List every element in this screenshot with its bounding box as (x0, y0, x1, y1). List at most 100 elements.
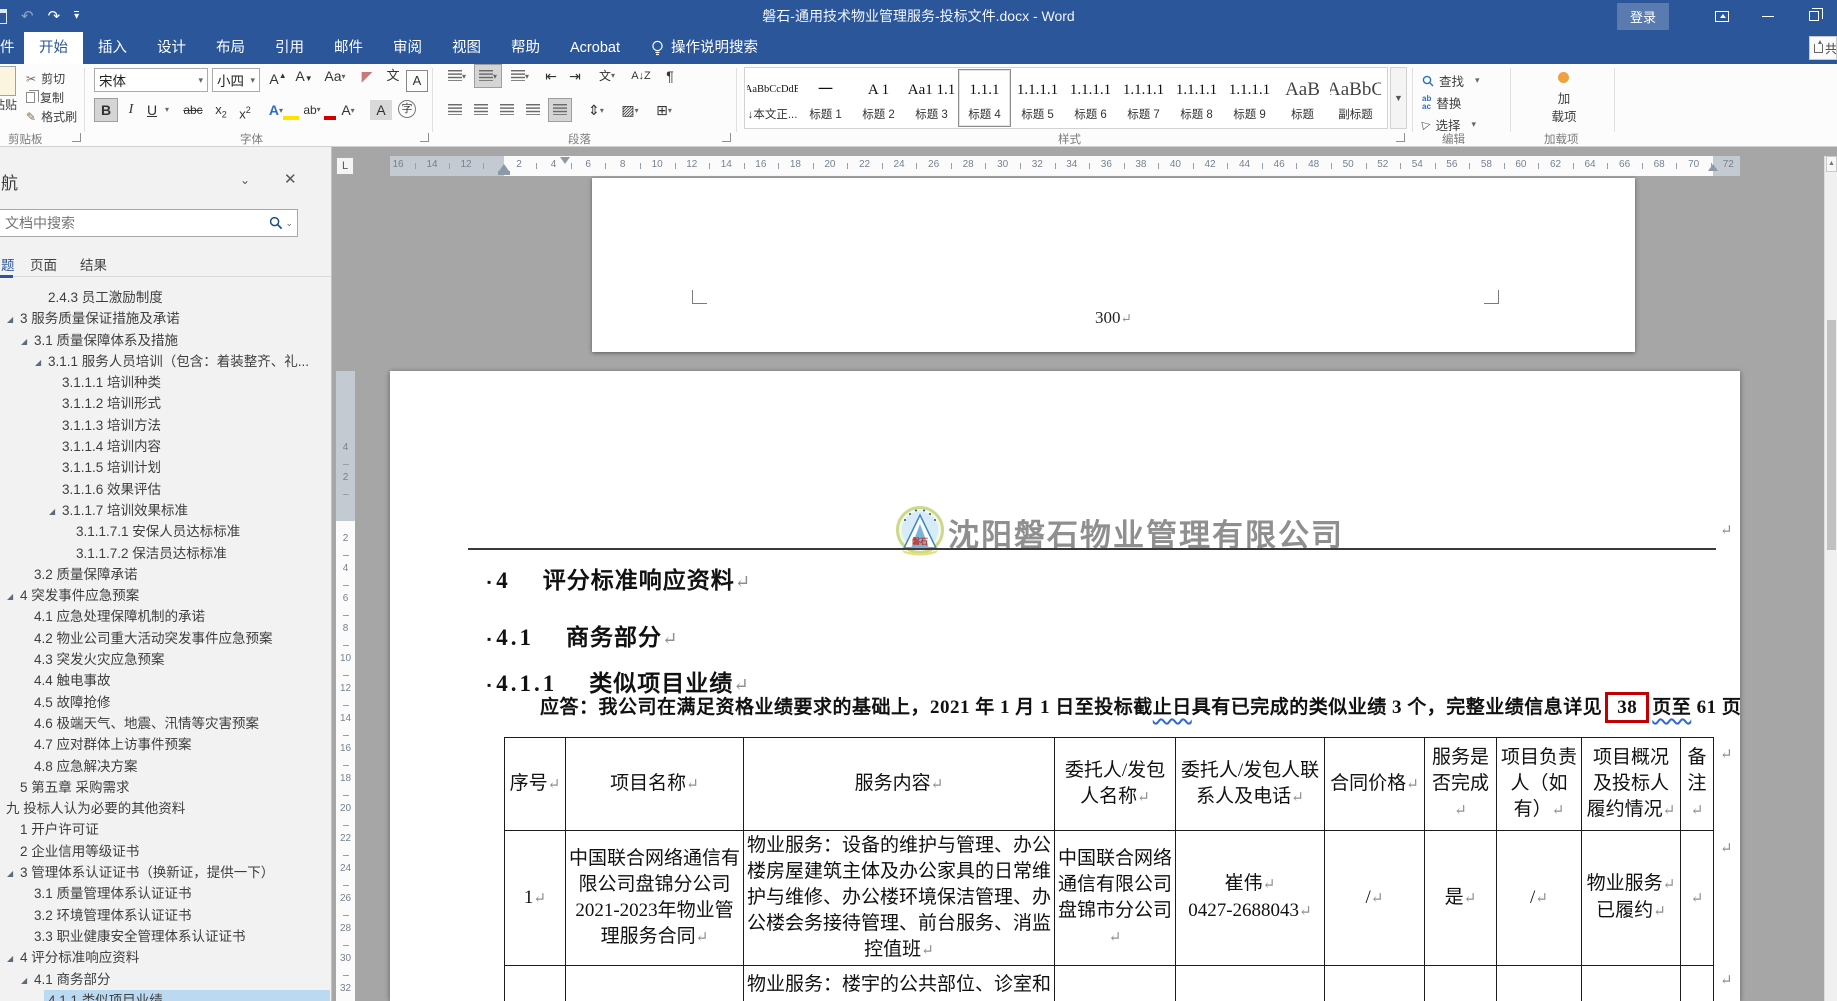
nav-item[interactable]: 4.7 应对群体上访事件预案 (0, 734, 330, 755)
table-cell[interactable]: 崔伟↵ 0427-2688043↵ (1175, 830, 1325, 966)
find-button[interactable]: 查找 ▾ (1422, 71, 1480, 90)
undo-icon[interactable]: ↶ (21, 7, 34, 25)
nav-item[interactable]: 3.3 职业健康安全管理体系认证证书 (0, 926, 330, 947)
nav-item[interactable]: 4.2 物业公司重大活动突发事件应急预案 (0, 628, 330, 649)
table-cell[interactable]: 是↵ (1424, 830, 1497, 966)
tab-selector-button[interactable]: L (336, 157, 354, 175)
nav-item[interactable]: 九 投标人认为必要的其他资料 (0, 798, 330, 819)
nav-item[interactable]: 2.4.3 员工激励制度 (0, 287, 330, 308)
right-indent-marker[interactable] (1708, 164, 1718, 171)
table-cell[interactable]: 中国联合网络通信有限公司盘锦市分公司↵ (1054, 830, 1176, 966)
increase-indent-button[interactable]: ⇥ (564, 64, 586, 88)
add-ins-button[interactable]: 加 (1540, 88, 1588, 107)
nav-item[interactable]: 3.1.1.2 培训形式 (0, 393, 330, 414)
table-cell[interactable] (1581, 965, 1681, 1001)
nav-item[interactable]: ◢ 3.1.1.7 培训效果标准 (0, 500, 330, 521)
ribbon-tab[interactable]: 布局 (201, 32, 260, 64)
nav-item[interactable]: 3.2 质量保障承诺 (0, 564, 330, 585)
table-cell[interactable] (1054, 965, 1176, 1001)
style-chip[interactable]: A 1 标题 2 (852, 69, 905, 127)
multilevel-list-button[interactable]: ▾ (506, 64, 534, 88)
nav-item[interactable]: ◢ 3 服务质量保证措施及承诺 (0, 308, 330, 329)
style-chip[interactable]: AaB 标题 (1276, 69, 1329, 127)
borders-button[interactable]: ⊞▾ (650, 98, 678, 122)
share-button[interactable]: 共 (1809, 36, 1837, 60)
ribbon-tab[interactable]: 帮助 (496, 32, 555, 64)
nav-item[interactable]: ◢ 3.1 质量保障体系及措施 (0, 330, 330, 351)
font-name-combobox[interactable]: 宋体 ▾ (94, 68, 208, 92)
phonetic-guide-button[interactable]: 文 (382, 64, 404, 88)
style-chip[interactable]: 1.1.1.1 标题 7 (1117, 69, 1170, 127)
restore-icon[interactable] (1791, 0, 1837, 32)
nav-item[interactable]: 3.1 质量管理体系认证证书 (0, 883, 330, 904)
clear-formatting-icon[interactable]: ◤ (356, 64, 378, 88)
tab-results[interactable]: 结果 (80, 254, 107, 274)
style-chip[interactable]: AaBbC 副标题 (1329, 69, 1382, 127)
ribbon-display-options-icon[interactable] (1699, 0, 1745, 32)
align-center-button[interactable] (470, 98, 492, 122)
expand-icon[interactable]: ◢ (7, 863, 20, 883)
tab-file[interactable]: 件 (0, 32, 18, 64)
replace-button[interactable]: ab ac 替换 (1422, 93, 1461, 112)
shrink-font-button[interactable]: A▼ (292, 64, 316, 88)
tell-me-search[interactable]: 操作说明搜索 (651, 32, 758, 64)
ribbon-tab[interactable]: 引用 (260, 32, 319, 64)
align-right-button[interactable] (496, 98, 518, 122)
expand-icon[interactable]: ◢ (21, 331, 34, 351)
justify-button[interactable] (522, 98, 544, 122)
strikethrough-button[interactable]: abc (178, 98, 208, 122)
nav-item[interactable]: ◢ 4 突发事件应急预案 (0, 585, 330, 606)
dialog-launcher-icon[interactable] (72, 133, 81, 142)
nav-item[interactable]: 3.1.1.3 培训方法 (0, 415, 330, 436)
nav-item[interactable]: 4.5 故障抢修 (0, 692, 330, 713)
copy-button[interactable]: 复制 (26, 89, 64, 106)
expand-icon[interactable]: ◢ (7, 948, 20, 968)
nav-item[interactable]: 3.1.1.1 培训种类 (0, 372, 330, 393)
scrollbar-thumb[interactable] (1827, 320, 1836, 550)
align-left-button[interactable] (444, 98, 466, 122)
tab-pages[interactable]: 页面 (30, 254, 57, 274)
save-icon[interactable] (0, 8, 7, 24)
nav-item[interactable]: 4.8 应急解决方案 (0, 756, 330, 777)
dialog-launcher-icon[interactable] (420, 133, 429, 142)
ribbon-tab[interactable]: 邮件 (319, 32, 378, 64)
hanging-indent-marker[interactable] (499, 164, 509, 171)
table-cell[interactable]: 物业服务↵ 已履约↵ (1581, 830, 1681, 966)
style-chip[interactable]: 一标题 1 (799, 69, 852, 127)
nav-item[interactable]: 4.3 突发火灾应急预案 (0, 649, 330, 670)
ribbon-tab[interactable]: Acrobat (555, 32, 635, 64)
style-chip[interactable]: 1.1.1 标题 4 (958, 69, 1011, 127)
sign-in-button[interactable]: 登录 (1616, 2, 1669, 30)
table-cell[interactable]: 物业服务：楼宇的公共部位、诊室和 (743, 965, 1055, 1001)
cut-button[interactable]: ✂ 剪切 (26, 70, 65, 87)
underline-button[interactable]: U (142, 98, 162, 122)
nav-item[interactable]: ◢ 3 管理体系认证证书（换新证，提供一下） (0, 862, 330, 883)
table-cell[interactable] (1424, 965, 1497, 1001)
ruler-toggle-button[interactable]: ▲ (1826, 156, 1837, 172)
table-cell[interactable]: /↵ (1324, 830, 1425, 966)
document-page[interactable]: 磐石 沈阳磐石物业管理有限公司 ▪ 4 评分标准响应资料↵ ▪ 4.1 商务部分↵ ▪ 4… (390, 371, 1740, 1001)
character-shading-button[interactable]: A (370, 100, 392, 120)
nav-item[interactable]: 4.4 触电事故 (0, 670, 330, 691)
nav-item[interactable]: 4.6 极端天气、地震、汛情等灾害预案 (0, 713, 330, 734)
grow-font-button[interactable]: A▲ (266, 64, 290, 88)
character-border-button[interactable]: A (406, 70, 428, 92)
nav-item[interactable]: 3.1.1.5 培训计划 (0, 457, 330, 478)
vertical-scrollbar[interactable]: ▲ (1824, 156, 1837, 1001)
expand-icon[interactable]: ◢ (35, 352, 48, 372)
minimize-icon[interactable] (1745, 0, 1791, 32)
close-icon[interactable]: ✕ (284, 170, 297, 188)
styles-more-button[interactable]: ▼ (1390, 67, 1407, 129)
search-input[interactable] (0, 215, 270, 231)
decrease-indent-button[interactable]: ⇤ (540, 64, 562, 88)
add-ins-button-line2[interactable]: 载项 (1540, 106, 1588, 125)
style-chip[interactable]: Aa1 1.1 标题 3 (905, 69, 958, 127)
left-indent-marker[interactable] (498, 171, 510, 175)
table-cell[interactable] (565, 965, 744, 1001)
nav-item[interactable]: 3.1.1.7.2 保洁员达标标准 (0, 543, 330, 564)
enclose-characters-button[interactable]: 字 (398, 100, 416, 118)
table-cell[interactable] (504, 965, 566, 1001)
format-painter-button[interactable]: ✎ 格式刷 (26, 108, 77, 125)
nav-item[interactable]: ◢ 3.1.1 服务人员培训（包含：着装整齐、礼... (0, 351, 330, 372)
ribbon-tab[interactable]: 视图 (437, 32, 496, 64)
